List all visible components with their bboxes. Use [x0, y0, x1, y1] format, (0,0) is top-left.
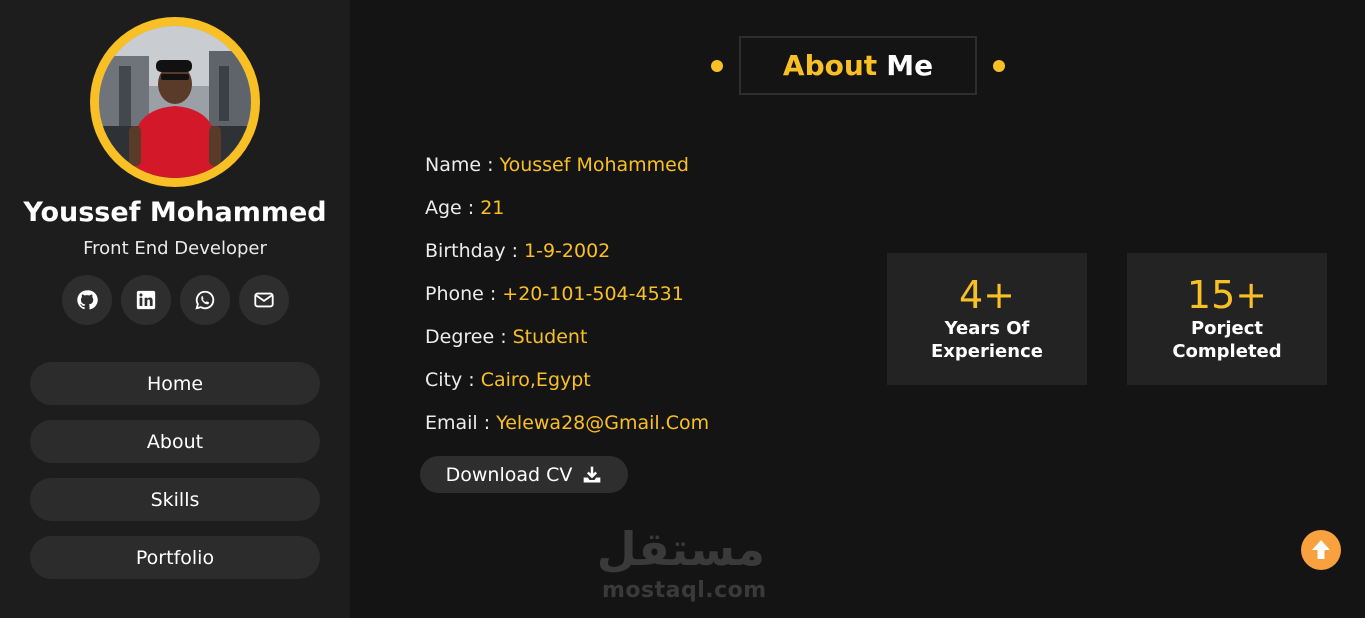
avatar	[99, 26, 251, 178]
email-link[interactable]	[239, 275, 289, 325]
stat-experience: 4+ Years Of Experience	[887, 253, 1087, 385]
nav-about[interactable]: About	[30, 420, 320, 463]
stat-label-line1: Porject	[1190, 318, 1264, 339]
watermark-text: mostaql.com	[602, 578, 767, 603]
github-link[interactable]	[62, 275, 112, 325]
info-label: Email :	[425, 412, 491, 434]
download-icon	[584, 466, 601, 482]
info-label: Phone :	[425, 283, 497, 305]
stat-number: 15+	[1186, 273, 1268, 317]
info-row-email: Email : Yelewa28@Gmail.Com	[425, 412, 709, 455]
nav-skills[interactable]: Skills	[30, 478, 320, 521]
nav-home[interactable]: Home	[30, 362, 320, 405]
info-label: Degree :	[425, 326, 507, 348]
github-icon	[77, 290, 98, 310]
info-label: City :	[425, 369, 475, 391]
stat-label-line1: Years Of	[944, 318, 1030, 339]
section-title-rest: Me	[886, 49, 934, 82]
info-row-age: Age :21	[425, 197, 709, 240]
info-value: 21	[480, 197, 505, 219]
whatsapp-link[interactable]	[180, 275, 230, 325]
info-value: Youssef Mohammed	[499, 154, 689, 176]
avatar-ring	[90, 17, 260, 187]
scroll-to-top-button[interactable]	[1301, 530, 1341, 570]
title-dot-right	[993, 60, 1005, 72]
watermark-logo: مستقل	[596, 522, 765, 576]
profile-name: Youssef Mohammed	[23, 197, 327, 228]
stat-label-line2: Experience	[931, 341, 1043, 362]
envelope-icon	[254, 292, 274, 308]
info-value: Student	[512, 326, 588, 348]
profile-role: Front End Developer	[83, 238, 267, 259]
info-row-city: City : Cairo,Egypt	[425, 369, 709, 412]
info-row-birthday: Birthday :1-9-2002	[425, 240, 709, 283]
stat-label-line2: Completed	[1172, 341, 1282, 362]
social-links	[62, 275, 289, 325]
title-dot-left	[711, 60, 723, 72]
sidebar-nav: Home About Skills Portfolio	[30, 362, 320, 594]
info-value: Yelewa28@Gmail.Com	[496, 412, 710, 434]
info-row-degree: Degree : Student	[425, 326, 709, 369]
info-row-phone: Phone : +20-101-504-4531	[425, 283, 709, 326]
info-row-name: Name : Youssef Mohammed	[425, 154, 709, 197]
section-title-highlight: About	[782, 49, 878, 82]
info-value: 1-9-2002	[524, 240, 611, 262]
info-value: +20-101-504-4531	[502, 283, 684, 305]
section-title-box: About Me	[739, 36, 977, 95]
info-label: Birthday :	[425, 240, 519, 262]
stat-projects: 15+ Porject Completed	[1127, 253, 1327, 385]
download-cv-label: Download CV	[445, 463, 573, 486]
download-cv-button[interactable]: Download CV	[420, 456, 628, 493]
stat-number: 4+	[958, 273, 1016, 317]
linkedin-icon	[136, 290, 156, 310]
info-value: Cairo,Egypt	[480, 369, 591, 391]
nav-portfolio[interactable]: Portfolio	[30, 536, 320, 579]
arrow-up-icon	[1312, 540, 1330, 559]
info-label: Age :	[425, 197, 475, 219]
sidebar: Youssef Mohammed Front End Developer Hom…	[0, 0, 350, 618]
personal-info-list: Name : Youssef Mohammed Age :21 Birthday …	[425, 154, 709, 455]
info-label: Name :	[425, 154, 494, 176]
section-title: About Me	[704, 36, 1024, 96]
whatsapp-icon	[195, 290, 215, 310]
linkedin-link[interactable]	[121, 275, 171, 325]
